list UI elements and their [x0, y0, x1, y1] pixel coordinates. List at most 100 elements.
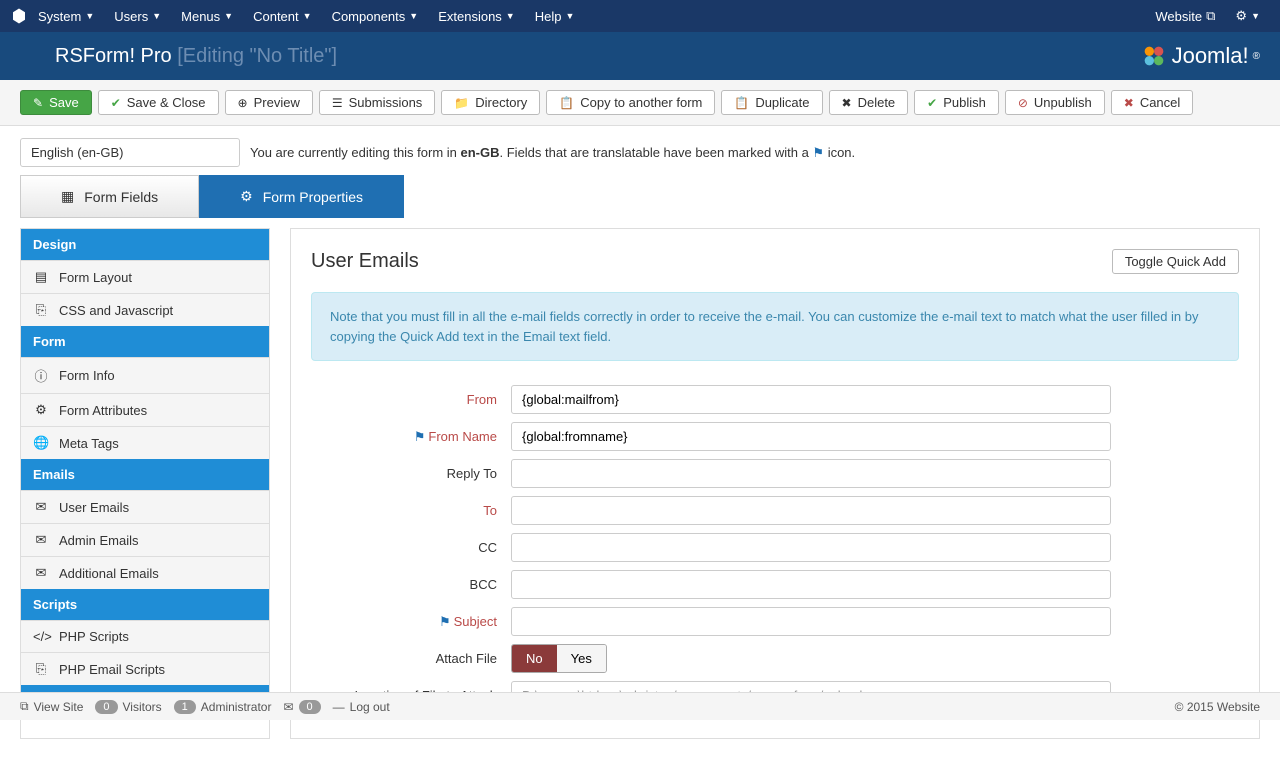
from-name-field[interactable] — [511, 422, 1111, 451]
menu-help[interactable]: Help▼ — [525, 9, 585, 24]
flag-icon: ⚑ — [812, 145, 824, 160]
from-field[interactable] — [511, 385, 1111, 414]
toolbar: ✎Save ✔Save & Close ⊕Preview ☰Submission… — [0, 80, 1280, 126]
menu-users[interactable]: Users▼ — [104, 9, 171, 24]
external-icon: ⧉ — [20, 699, 29, 714]
gear-icon: ⚙ — [1235, 8, 1247, 24]
copy-button[interactable]: 📋Copy to another form — [546, 90, 715, 115]
label-bcc: BCC — [311, 577, 511, 592]
sidebar-header-scripts: Scripts — [21, 589, 269, 620]
sidebar-item-admin-emails[interactable]: ✉Admin Emails — [21, 523, 269, 556]
code-icon: </> — [33, 629, 49, 644]
sidebar-item-additional-emails[interactable]: ✉Additional Emails — [21, 556, 269, 589]
joomla-logo: Joomla!® — [1140, 42, 1260, 70]
label-from-name: ⚑From Name — [311, 429, 511, 445]
flag-icon: ⚑ — [414, 429, 426, 444]
tabs: ▦ Form Fields ⚙ Form Properties — [0, 175, 1280, 218]
sidebar-item-form-layout[interactable]: ▤Form Layout — [21, 260, 269, 293]
close-icon: ⊘ — [1018, 96, 1028, 110]
to-field[interactable] — [511, 496, 1111, 525]
panel-title: User Emails — [311, 250, 419, 273]
subject-field[interactable] — [511, 607, 1111, 636]
flag-icon: ⚑ — [439, 614, 451, 629]
copy-icon: 📋 — [559, 96, 574, 110]
menu-system[interactable]: System▼ — [28, 9, 104, 24]
gear-icon: ⚙ — [240, 188, 253, 205]
reply-to-field[interactable] — [511, 459, 1111, 488]
sidebar: Design ▤Form Layout ⎘CSS and Javascript … — [20, 228, 270, 739]
code-icon: ⎘ — [33, 302, 49, 318]
language-select[interactable]: English (en-GB) — [20, 138, 240, 167]
sidebar-item-form-info[interactable]: ⓘForm Info — [21, 357, 269, 393]
messages-link[interactable]: ✉0 — [283, 700, 320, 714]
mail-icon: ✉ — [33, 499, 49, 515]
mail-icon: ✉ — [33, 565, 49, 581]
delete-button[interactable]: ✖Delete — [829, 90, 909, 115]
close-icon: ✖ — [1124, 96, 1134, 110]
label-to: To — [311, 503, 511, 518]
layout-icon: ▤ — [33, 269, 49, 285]
attach-no-button[interactable]: No — [512, 645, 557, 672]
visitors-link[interactable]: 0Visitors — [95, 700, 161, 714]
globe-icon: 🌐 — [33, 435, 49, 451]
submissions-button[interactable]: ☰Submissions — [319, 90, 435, 115]
sidebar-item-css-js[interactable]: ⎘CSS and Javascript — [21, 293, 269, 326]
sidebar-item-meta-tags[interactable]: 🌐Meta Tags — [21, 426, 269, 459]
logout-link[interactable]: —Log out — [333, 700, 390, 714]
info-icon: ⓘ — [33, 366, 49, 385]
external-icon: ⧉ — [1206, 8, 1215, 24]
menu-components[interactable]: Components▼ — [322, 9, 429, 24]
label-reply-to: Reply To — [311, 466, 511, 481]
mail-icon: ✉ — [33, 532, 49, 548]
menu-website[interactable]: Website ⧉ — [1145, 8, 1225, 24]
duplicate-button[interactable]: 📋Duplicate — [721, 90, 822, 115]
attach-file-toggle: No Yes — [511, 644, 607, 673]
attach-yes-button[interactable]: Yes — [557, 645, 606, 672]
menu-extensions[interactable]: Extensions▼ — [428, 9, 525, 24]
check-icon: ✔ — [111, 96, 121, 110]
plus-icon: ⊕ — [238, 96, 248, 110]
sidebar-item-php-email-scripts[interactable]: ⎘PHP Email Scripts — [21, 652, 269, 685]
main-panel: User Emails Toggle Quick Add Note that y… — [290, 228, 1260, 739]
check-icon: ✎ — [33, 96, 43, 110]
save-button[interactable]: ✎Save — [20, 90, 92, 115]
database-icon: ☰ — [332, 96, 343, 110]
preview-button[interactable]: ⊕Preview — [225, 90, 313, 115]
cc-field[interactable] — [511, 533, 1111, 562]
close-icon: ✖ — [842, 96, 852, 110]
top-menu-bar: System▼ Users▼ Menus▼ Content▼ Component… — [0, 0, 1280, 32]
view-site-link[interactable]: ⧉View Site — [20, 699, 83, 714]
copy-icon: 📋 — [734, 96, 749, 110]
publish-button[interactable]: ✔Publish — [914, 90, 999, 115]
header-bar: RSForm! Pro [Editing "No Title"] Joomla!… — [0, 32, 1280, 80]
directory-button[interactable]: 📁Directory — [441, 90, 540, 115]
sidebar-item-php-scripts[interactable]: </>PHP Scripts — [21, 620, 269, 652]
tab-form-properties[interactable]: ⚙ Form Properties — [199, 175, 404, 218]
grid-icon: ▦ — [61, 188, 74, 205]
sidebar-item-form-attributes[interactable]: ⚙Form Attributes — [21, 393, 269, 426]
label-attach-file: Attach File — [311, 651, 511, 666]
unpublish-button[interactable]: ⊘Unpublish — [1005, 90, 1105, 115]
info-message: Note that you must fill in all the e-mai… — [311, 292, 1239, 361]
menu-menus[interactable]: Menus▼ — [171, 9, 243, 24]
sidebar-item-user-emails[interactable]: ✉User Emails — [21, 490, 269, 523]
tab-form-fields[interactable]: ▦ Form Fields — [20, 175, 199, 218]
sidebar-header-form: Form — [21, 326, 269, 357]
menu-content[interactable]: Content▼ — [243, 9, 321, 24]
label-cc: CC — [311, 540, 511, 555]
status-bar: ⧉View Site 0Visitors 1Administrator ✉0 —… — [0, 692, 1280, 720]
save-close-button[interactable]: ✔Save & Close — [98, 90, 219, 115]
bcc-field[interactable] — [511, 570, 1111, 599]
copyright: © 2015 Website — [1175, 700, 1260, 714]
config-icon: ⚙ — [33, 402, 49, 418]
toggle-quick-add-button[interactable]: Toggle Quick Add — [1112, 249, 1239, 274]
page-title: RSForm! Pro [Editing "No Title"] — [55, 45, 337, 68]
code-icon: ⎘ — [33, 661, 49, 677]
cancel-button[interactable]: ✖Cancel — [1111, 90, 1194, 115]
menu-settings[interactable]: ⚙▼ — [1225, 8, 1270, 24]
joomla-icon — [10, 7, 28, 25]
folder-icon: 📁 — [454, 96, 469, 110]
admin-link[interactable]: 1Administrator — [174, 700, 272, 714]
language-row: English (en-GB) You are currently editin… — [0, 126, 1280, 175]
mail-icon: ✉ — [283, 700, 293, 714]
